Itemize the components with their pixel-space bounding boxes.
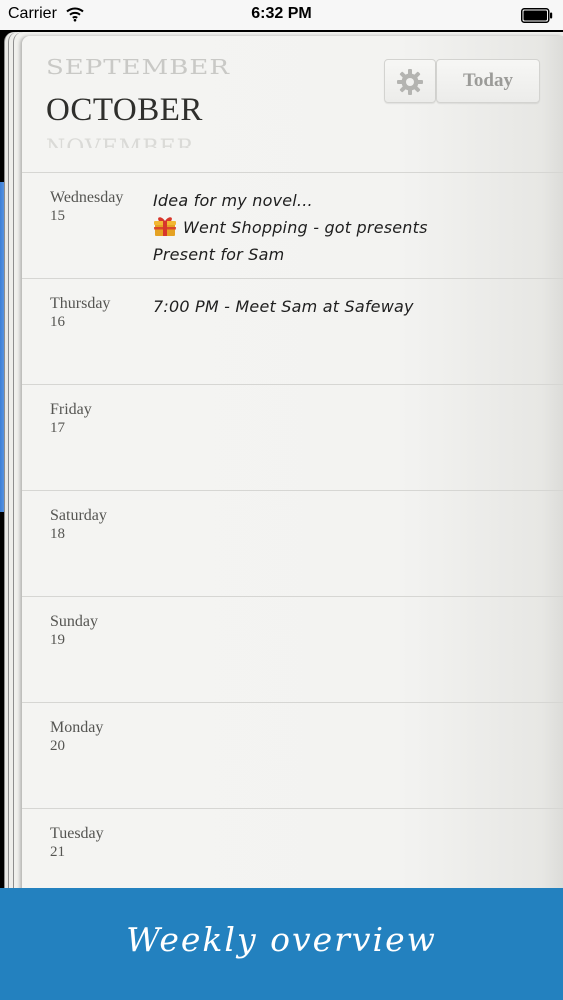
banner-text: Weekly overview [126,920,437,959]
screen: Carrier 6:32 PM SEPTEMBER OCTOBER NOVEMB… [0,0,563,1000]
today-button[interactable]: Today [436,59,540,103]
entry-item[interactable]: Idea for my novel... [153,187,543,214]
month-next[interactable]: NOVEMBER [46,136,266,148]
day-name: Thursday [50,295,111,312]
day-date: 15 [50,208,65,224]
promo-banner: Weekly overview [0,888,563,1000]
week-list: Wednesday 15 Idea for my novel... Went S… [22,172,563,914]
status-bar: Carrier 6:32 PM [0,0,563,30]
entry-item[interactable]: Went Shopping - got presents [153,214,543,241]
day-entries: 7:00 PM - Meet Sam at Safeway [153,293,543,320]
day-row-monday[interactable]: Monday 20 [22,702,563,808]
day-entries: Idea for my novel... Went Shopping - got… [153,187,543,268]
settings-button[interactable] [384,59,436,103]
month-previous[interactable]: SEPTEMBER [46,56,230,79]
entry-item[interactable]: 7:00 PM - Meet Sam at Safeway [153,293,543,320]
day-date: 18 [50,526,65,542]
day-name: Wednesday [50,189,124,206]
entry-item[interactable]: Present for Sam [153,241,543,268]
day-date: 20 [50,738,65,754]
entry-text: 7:00 PM - Meet Sam at Safeway [153,297,414,316]
gear-icon [397,69,423,95]
gift-icon [154,217,176,236]
battery-icon [521,8,553,23]
day-name: Saturday [50,507,107,524]
day-row-saturday[interactable]: Saturday 18 [22,490,563,596]
day-name: Monday [50,719,104,736]
day-row-sunday[interactable]: Sunday 19 [22,596,563,702]
entry-text: Present for Sam [153,245,285,264]
day-date: 16 [50,314,65,330]
day-name: Friday [50,401,92,418]
day-name: Sunday [50,613,98,630]
day-row-thursday[interactable]: Thursday 16 7:00 PM - Meet Sam at Safewa… [22,278,563,384]
day-date: 21 [50,844,65,860]
day-row-friday[interactable]: Friday 17 [22,384,563,490]
entry-text: Idea for my novel... [153,191,313,210]
month-current[interactable]: OCTOBER [46,92,203,129]
calendar-page: SEPTEMBER OCTOBER NOVEMBER Today [22,36,563,1000]
day-date: 17 [50,420,65,436]
day-row-wednesday[interactable]: Wednesday 15 Idea for my novel... Went S… [22,172,563,278]
status-time: 6:32 PM [251,5,312,22]
day-date: 19 [50,632,65,648]
day-name: Tuesday [50,825,104,842]
month-next-label: NOVEMBER [46,136,194,148]
entry-text: Went Shopping - got presents [183,218,428,237]
